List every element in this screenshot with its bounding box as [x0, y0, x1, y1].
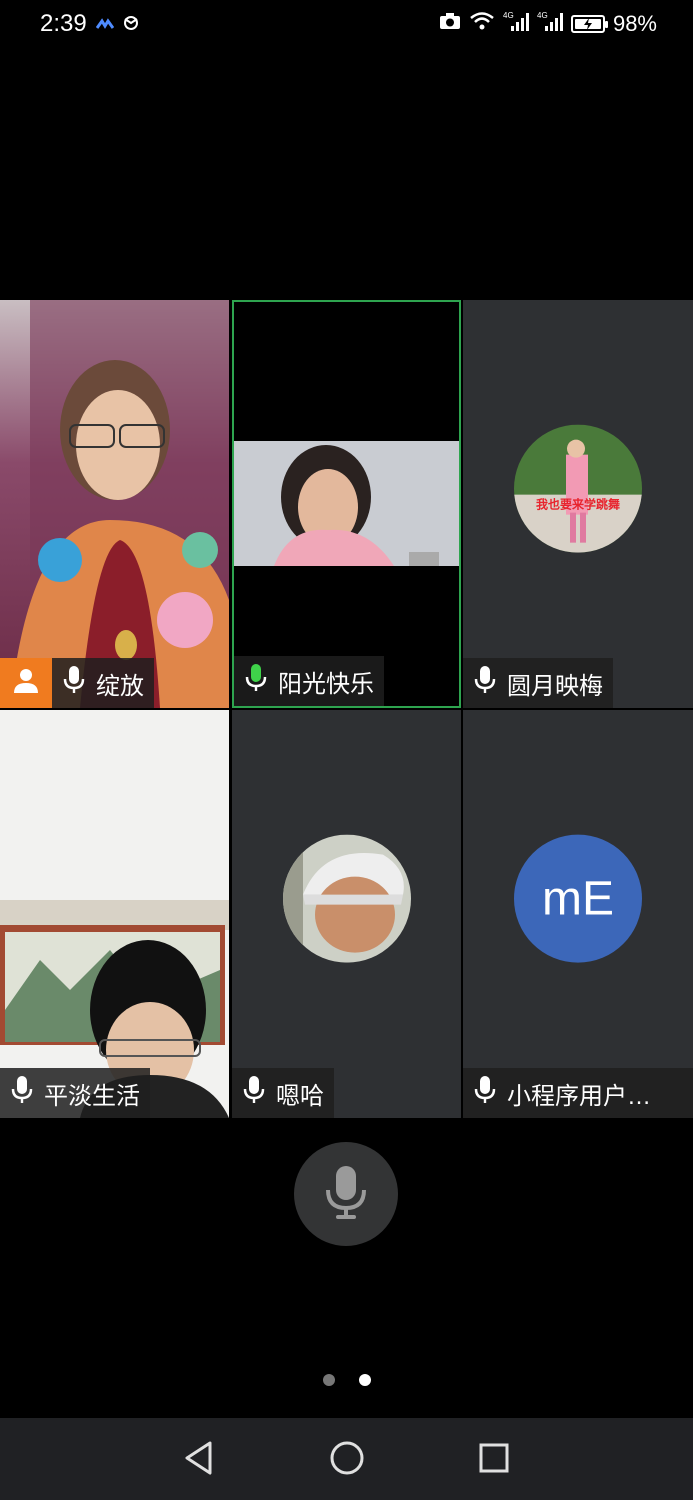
participant-label: 绽放 [52, 658, 154, 708]
participant-name: 圆月映梅 [507, 672, 603, 700]
page-dot[interactable] [322, 1374, 335, 1386]
mic-speaking-icon [244, 663, 268, 700]
participant-tile[interactable]: 我也要来学跳舞 圆月映梅 [463, 300, 693, 708]
participant-tile-active[interactable]: 阳光快乐 [232, 300, 461, 708]
wifi-icon [469, 11, 495, 36]
participant-grid: 绽放 阳光快乐 我也要来学跳舞 圆月映梅 平淡生活 嗯哈 mE 小程序用户… [0, 300, 693, 1120]
participant-name: 嗯哈 [276, 1082, 324, 1110]
svg-text:4G: 4G [537, 11, 548, 20]
participant-tile[interactable]: 嗯哈 [232, 710, 461, 1118]
mic-icon [324, 1164, 368, 1225]
participant-name: 绽放 [96, 672, 144, 700]
home-button[interactable] [329, 1440, 365, 1481]
system-nav-bar [0, 1418, 693, 1500]
recents-button[interactable] [477, 1440, 511, 1481]
mic-icon [62, 665, 86, 702]
battery-percent: 98% [612, 10, 657, 36]
battery-charging-icon [570, 14, 608, 33]
sync-icon [122, 14, 140, 37]
meteor-icon [95, 17, 115, 35]
participant-tile[interactable]: mE 小程序用户… [463, 710, 693, 1118]
mic-icon [10, 1075, 34, 1112]
participant-name: 阳光快乐 [278, 670, 374, 698]
participant-label: 平淡生活 [0, 1068, 150, 1118]
participant-tile[interactable]: 平淡生活 [0, 710, 229, 1118]
svg-text:4G: 4G [503, 11, 514, 20]
mute-button[interactable] [294, 1142, 398, 1246]
avatar-banner-text: 我也要来学跳舞 [536, 497, 620, 512]
camera-icon [439, 12, 461, 35]
avatar-initials: mE [514, 834, 642, 963]
participant-label: 嗯哈 [232, 1068, 334, 1118]
participant-video [0, 300, 229, 708]
host-badge [0, 658, 52, 708]
participant-video [234, 302, 459, 706]
person-icon [11, 666, 41, 701]
participant-name: 小程序用户… [507, 1082, 651, 1110]
signal-4g-icon: 4G [537, 10, 563, 37]
avatar: 我也要来学跳舞 [514, 424, 642, 553]
participant-label: 阳光快乐 [234, 656, 384, 706]
participant-name: 平淡生活 [44, 1082, 140, 1110]
page-dot-active[interactable] [358, 1374, 371, 1386]
page-indicator [0, 1374, 693, 1386]
back-button[interactable] [182, 1440, 216, 1481]
mic-icon [473, 1075, 497, 1112]
avatar [282, 834, 411, 963]
participant-label: 小程序用户… [463, 1068, 693, 1118]
status-time: 2:39 [40, 10, 87, 37]
signal-4g-icon: 4G [503, 10, 529, 37]
participant-tile[interactable]: 绽放 [0, 300, 229, 708]
participant-label: 圆月映梅 [463, 658, 613, 708]
mic-icon [242, 1075, 266, 1112]
status-bar: 2:39 4G 4G 98% [0, 0, 693, 52]
participant-video [0, 710, 229, 1118]
mic-icon [473, 665, 497, 702]
